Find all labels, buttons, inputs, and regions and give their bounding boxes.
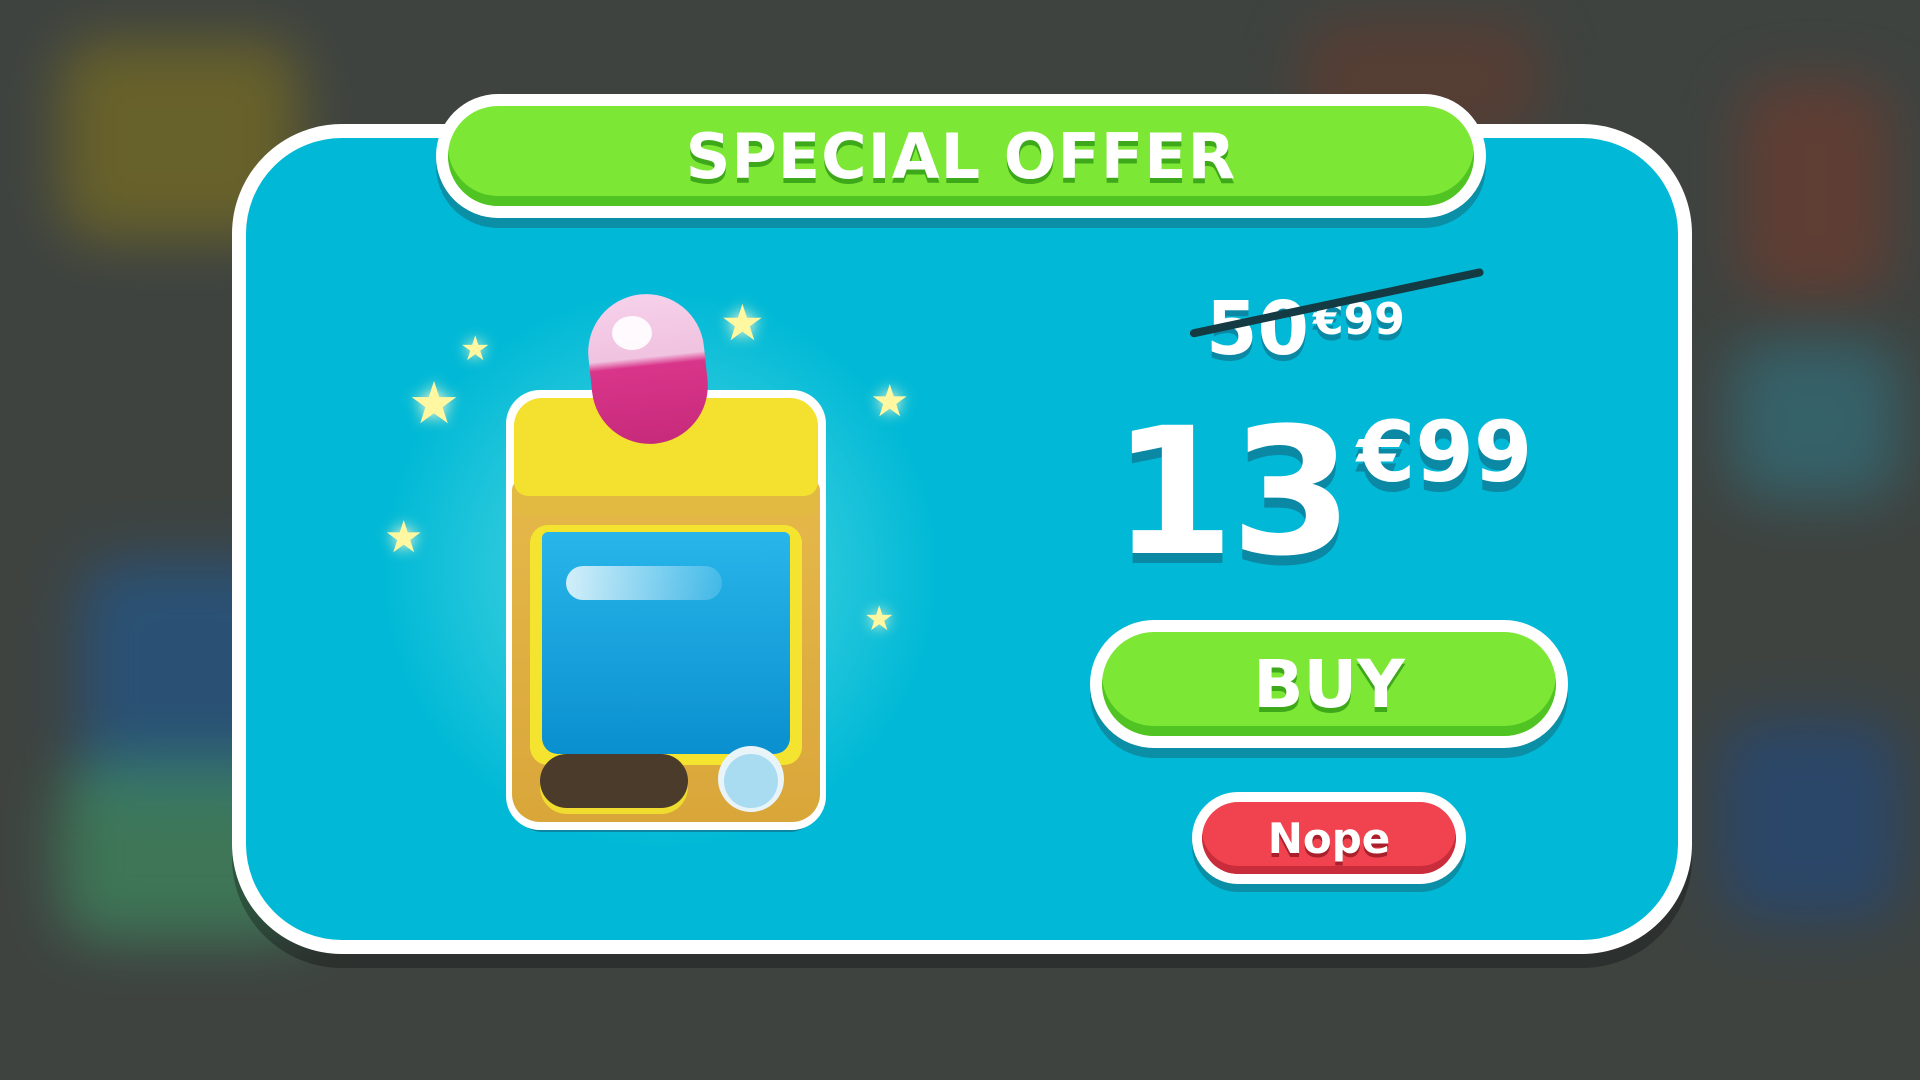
star-icon: ★ <box>384 512 424 563</box>
star-icon: ★ <box>408 369 460 437</box>
capsule-highlight <box>612 316 652 350</box>
title-banner-fill: SPECIAL OFFER <box>448 106 1474 206</box>
star-icon: ★ <box>720 294 765 352</box>
offer-title-banner: SPECIAL OFFER <box>436 94 1486 218</box>
buy-button-fill: BUY <box>1102 632 1556 736</box>
nope-button-label: Nope <box>1267 813 1391 863</box>
nope-button[interactable]: Nope <box>1192 792 1466 884</box>
buy-button[interactable]: BUY <box>1090 620 1568 748</box>
star-icon: ★ <box>870 376 910 427</box>
sale-price: 13€99 <box>1112 390 1532 595</box>
window-shine <box>566 566 722 600</box>
star-icon: ★ <box>460 329 491 369</box>
sale-price-integer: 13 <box>1112 390 1353 595</box>
star-icon: ★ <box>864 599 895 639</box>
capsule-vending-machine-icon: ★ ★ ★ ★ ★ ★ <box>380 280 940 860</box>
buy-button-label: BUY <box>1253 645 1405 723</box>
original-price: 50€99 <box>1206 286 1405 372</box>
coin-slot <box>540 754 688 808</box>
sale-price-decimal: €99 <box>1356 403 1533 501</box>
offer-title: SPECIAL OFFER <box>685 119 1237 193</box>
machine-knob-center <box>724 754 778 808</box>
nope-button-fill: Nope <box>1202 802 1456 874</box>
